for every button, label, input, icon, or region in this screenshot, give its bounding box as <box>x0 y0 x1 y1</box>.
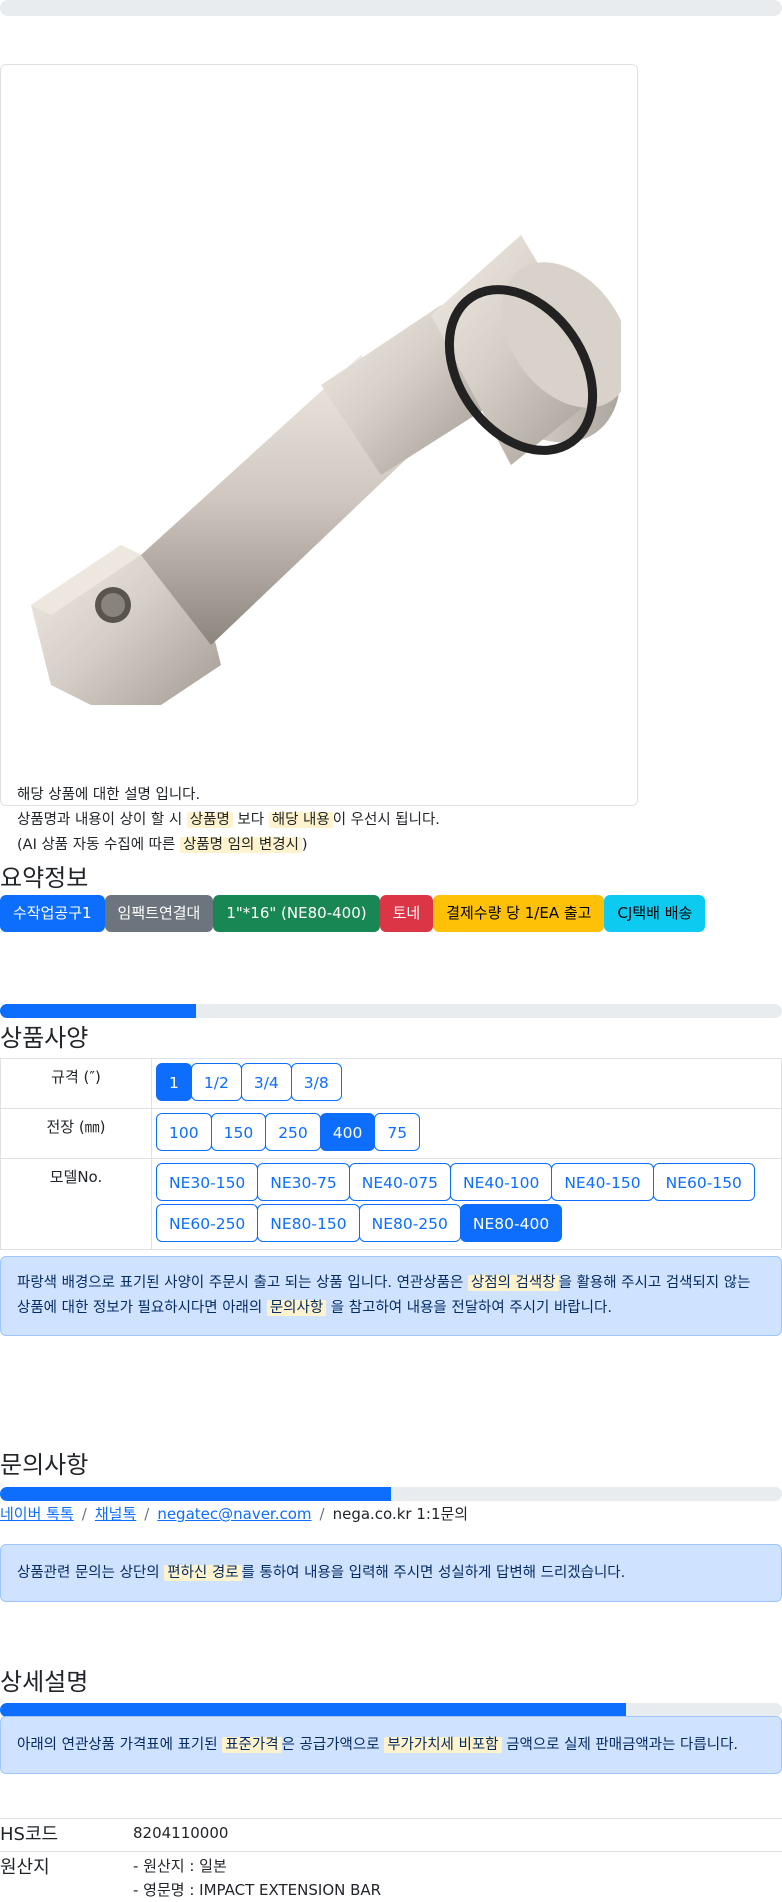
description-line: 해당 상품에 대한 설명 입니다. <box>17 787 201 803</box>
spec-option-button[interactable]: 1/2 <box>190 1063 242 1101</box>
spec-option-button[interactable]: NE60-250 <box>156 1204 259 1242</box>
spec-option-button[interactable]: 250 <box>265 1113 321 1151</box>
origin-country: - 원산지 : 일본 <box>133 1857 227 1875</box>
spec-options: 100 150 250 400 75 <box>156 1113 777 1154</box>
inquiry-progress <box>0 1487 782 1501</box>
spec-option-button[interactable]: NE80-250 <box>358 1204 461 1242</box>
spec-option-button[interactable]: 3/4 <box>240 1063 292 1101</box>
detail-progress <box>0 1703 782 1717</box>
notice-text: 아래의 연관상품 가격표에 표기된 <box>17 1737 223 1753</box>
spec-row: 규격 (″) 1 1/2 3/4 3/8 <box>0 1058 782 1109</box>
notice-text: 은 공급가액으로 <box>281 1737 385 1753</box>
highlight-store-search: 상점의 검색창 <box>467 1275 559 1291</box>
notice-text: 파랑색 배경으로 표기된 사양이 주문시 출고 되는 상품 입니다. 연관상품은 <box>17 1275 468 1291</box>
spec-option-button[interactable]: NE80-400 <box>459 1204 563 1242</box>
spec-options: 1 1/2 3/4 3/8 <box>156 1063 777 1104</box>
summary-badge: 결제수량 당 1/EA 출고 <box>433 895 605 932</box>
summary-badge: 수작업공구1 <box>0 895 105 932</box>
highlight-name-change: 상품명 임의 변경시 <box>179 837 302 853</box>
inquiry-title: 문의사항 <box>0 1451 89 1479</box>
naver-talktalk-link[interactable]: 네이버 톡톡 <box>0 1505 74 1523</box>
specs-notice: 파랑색 배경으로 표기된 사양이 주문시 출고 되는 상품 입니다. 연관상품은… <box>0 1256 782 1336</box>
summary-badge: 토네 <box>379 895 434 932</box>
english-name: - 영문명 : IMPACT EXTENSION BAR <box>133 1881 382 1899</box>
origin-label: 원산지 <box>0 1857 50 1878</box>
spec-options-cell: 100 150 250 400 75 <box>151 1108 782 1159</box>
specs-progress <box>0 1004 782 1018</box>
spec-option-button[interactable]: 1 <box>156 1063 192 1101</box>
highlight-convenient-route: 편하신 경로 <box>164 1565 242 1581</box>
spec-label: 규격 (″) <box>0 1058 152 1109</box>
email-link[interactable]: negatec@naver.com <box>157 1505 311 1523</box>
product-info-table: HS코드 8204110000 원산지 - 원산지 : 일본 - 영문명 : I… <box>0 1818 782 1902</box>
top-progress-bar <box>0 0 782 16</box>
highlight-standard-price: 표준가격 <box>222 1737 282 1753</box>
highlight-product-name: 상품명 <box>186 812 233 828</box>
product-card: 해당 상품에 대한 설명 입니다. 상품명과 내용이 상이 할 시 상품명 보다… <box>0 64 638 853</box>
spec-option-button[interactable]: 400 <box>319 1113 376 1151</box>
summary-badge: 1"*16" (NE80-400) <box>213 895 380 932</box>
spec-label: 전장 (㎜) <box>0 1108 152 1159</box>
notice-text: 를 통하여 내용을 입력해 주시면 성실하게 답변해 드리겠습니다. <box>241 1565 626 1581</box>
description-text: 이 우선시 됩니다. <box>332 812 440 828</box>
notice-text: 상품관련 문의는 상단의 <box>17 1565 165 1581</box>
description-text: 상품명과 내용이 상이 할 시 <box>17 812 187 828</box>
spec-label: 모델No. <box>0 1158 152 1250</box>
summary-badge: 임팩트연결대 <box>104 895 214 932</box>
channeltalk-link[interactable]: 채널톡 <box>95 1505 136 1523</box>
spec-options: NE30-150 NE30-75 NE40-075 NE40-100 NE40-150 N… <box>156 1163 777 1245</box>
product-image <box>31 235 621 705</box>
summary-badges: 수작업공구1 임팩트연결대 1"*16" (NE80-400) 토네 결제수량 당 1/… <box>0 895 706 932</box>
spec-row: 모델No. NE30-150 NE30-75 NE40-075 NE40-100 NE40… <box>0 1158 782 1250</box>
spec-options-cell: NE30-150 NE30-75 NE40-075 NE40-100 NE40-150 N… <box>151 1158 782 1250</box>
hs-code-label: HS코드 <box>0 1824 59 1845</box>
spec-option-button[interactable]: NE30-75 <box>257 1163 350 1201</box>
product-description: 해당 상품에 대한 설명 입니다. 상품명과 내용이 상이 할 시 상품명 보다… <box>17 783 627 858</box>
site-inquiry-text: nega.co.kr 1:1문의 <box>332 1505 469 1523</box>
highlight-vat-excluded: 부가가치세 비포함 <box>384 1737 502 1753</box>
detail-notice: 아래의 연관상품 가격표에 표기된 표준가격 은 공급가액으로 부가가치세 비포함… <box>0 1716 782 1774</box>
summary-badge: CJ택배 배송 <box>604 895 706 932</box>
hs-code-row: HS코드 8204110000 <box>0 1818 782 1851</box>
notice-text: 을 참고하여 내용을 전달하여 주시기 바랍니다. <box>326 1300 612 1316</box>
specs-title: 상품사양 <box>0 1024 89 1052</box>
origin-row: 원산지 - 원산지 : 일본 - 영문명 : IMPACT EXTENSION … <box>0 1851 782 1902</box>
hs-code-value: 8204110000 <box>133 1824 229 1842</box>
spec-option-button[interactable]: NE40-075 <box>348 1163 452 1201</box>
spec-option-button[interactable]: 3/8 <box>290 1063 342 1101</box>
spec-option-button[interactable]: 150 <box>210 1113 267 1151</box>
highlight-inquiry: 문의사항 <box>266 1300 327 1316</box>
description-text: ) <box>301 837 308 853</box>
description-text: (AI 상품 자동 수집에 따른 <box>17 837 180 853</box>
notice-text: 금액으로 실제 판매금액과는 다릅니다. <box>501 1737 739 1753</box>
summary-title: 요약정보 <box>0 864 89 892</box>
spec-options-cell: 1 1/2 3/4 3/8 <box>151 1058 782 1109</box>
spec-option-button[interactable]: NE60-150 <box>652 1163 755 1201</box>
detail-title: 상세설명 <box>0 1668 89 1696</box>
inquiry-notice: 상품관련 문의는 상단의 편하신 경로 를 통하여 내용을 입력해 주시면 성실하… <box>0 1544 782 1602</box>
spec-option-button[interactable]: NE80-150 <box>257 1204 360 1242</box>
spec-option-button[interactable]: NE40-100 <box>450 1163 553 1201</box>
spec-option-button[interactable]: 75 <box>374 1113 421 1151</box>
origin-value: - 원산지 : 일본 - 영문명 : IMPACT EXTENSION BAR <box>133 1852 782 1902</box>
spec-option-button[interactable]: NE30-150 <box>156 1163 259 1201</box>
inquiry-links: 네이버 톡톡 / 채널톡 / negatec@naver.com / nega.co.kr … <box>0 1505 469 1523</box>
specs-table: 규격 (″) 1 1/2 3/4 3/8 전장 (㎜) 100 150 250 400 75 모델No… <box>0 1058 782 1250</box>
description-text: 보다 <box>232 812 269 828</box>
spec-option-button[interactable]: 100 <box>156 1113 212 1151</box>
highlight-content: 해당 내용 <box>268 812 333 828</box>
spec-option-button[interactable]: NE40-150 <box>551 1163 654 1201</box>
spec-row: 전장 (㎜) 100 150 250 400 75 <box>0 1108 782 1159</box>
